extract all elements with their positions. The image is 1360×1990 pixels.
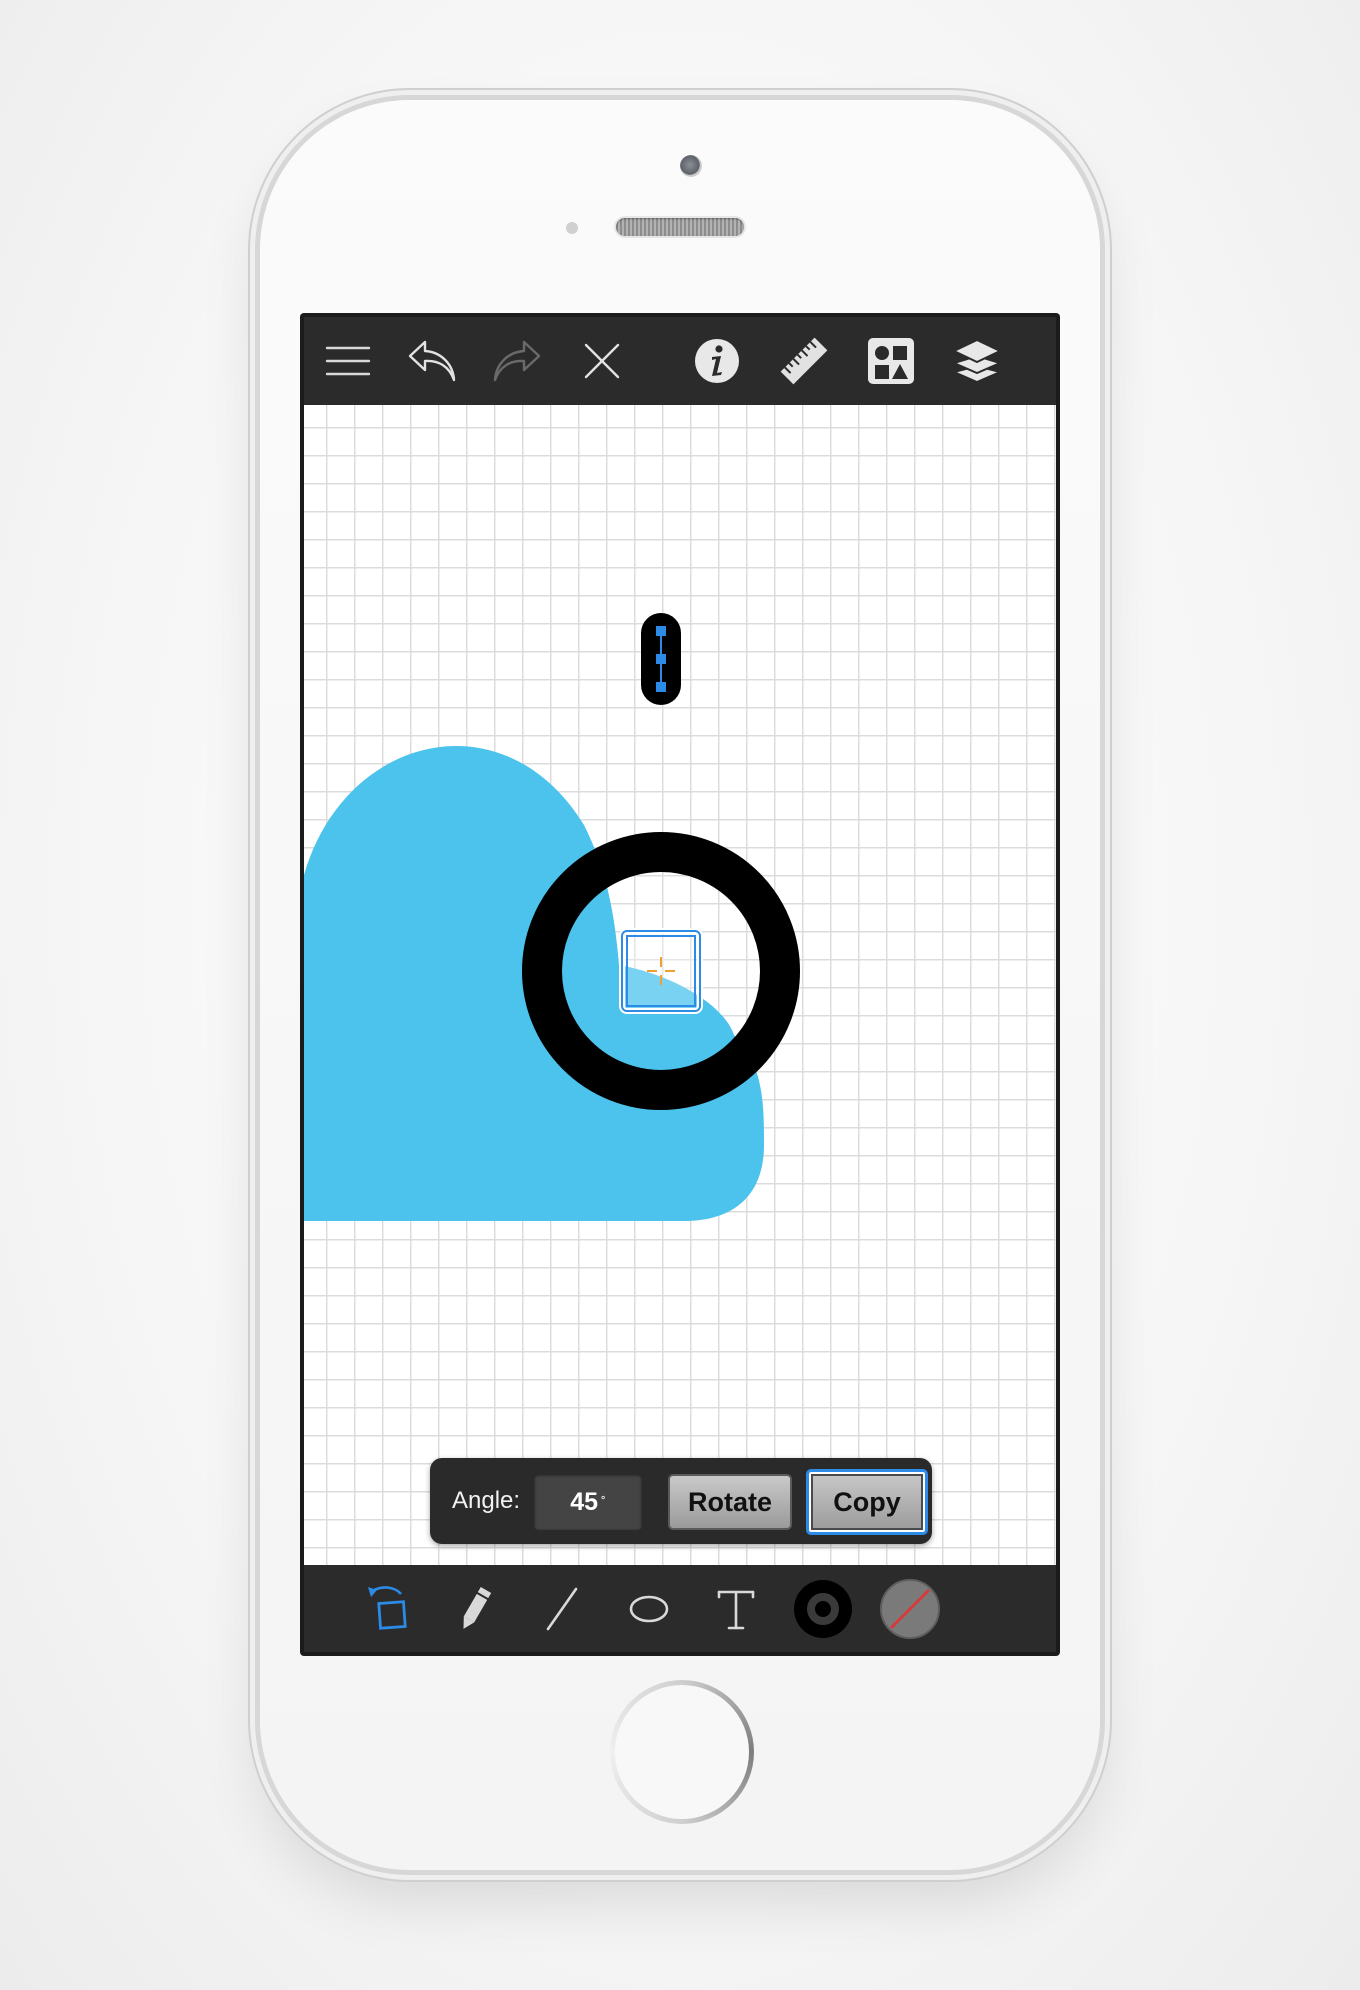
ellipse-icon[interactable] xyxy=(618,1578,680,1640)
rotate-button[interactable]: Rotate xyxy=(668,1474,792,1530)
angle-label: Angle: xyxy=(452,1487,521,1514)
angle-rotate-panel: Angle: 45 ˚ Rotate Copy xyxy=(430,1458,932,1544)
hamburger-icon[interactable] xyxy=(318,331,378,391)
power-button xyxy=(1100,505,1107,635)
phone-body: Angle: 45 ˚ Rotate Copy xyxy=(260,100,1100,1870)
text-T-icon[interactable] xyxy=(705,1578,767,1640)
angle-value-text: 45 xyxy=(570,1487,599,1516)
stage: Angle: 45 ˚ Rotate Copy xyxy=(0,0,1360,1990)
top-toolbar xyxy=(304,317,1056,405)
close-x-icon[interactable] xyxy=(572,331,632,391)
no-fill-icon[interactable] xyxy=(879,1578,941,1640)
drawing-canvas[interactable]: Angle: 45 ˚ Rotate Copy xyxy=(304,405,1056,1565)
home-button[interactable] xyxy=(610,1680,754,1824)
info-icon[interactable] xyxy=(687,331,747,391)
volume-down-button xyxy=(253,667,260,775)
proximity-sensor xyxy=(566,222,578,234)
pencil-icon[interactable] xyxy=(444,1578,506,1640)
stroke-color-icon[interactable] xyxy=(792,1578,854,1640)
earpiece-speaker xyxy=(616,218,744,236)
bottom-toolbar xyxy=(304,1565,1056,1652)
line-icon[interactable] xyxy=(531,1578,593,1640)
app-screen: Angle: 45 ˚ Rotate Copy xyxy=(300,313,1060,1656)
copy-button[interactable]: Copy xyxy=(806,1469,928,1535)
mute-switch xyxy=(253,335,260,397)
select-transform-icon[interactable] xyxy=(357,1578,419,1640)
undo-arrow-icon[interactable] xyxy=(402,331,462,391)
selected-line-shape[interactable] xyxy=(641,613,681,705)
layers-icon[interactable] xyxy=(947,331,1007,391)
angle-value-field[interactable]: 45 ˚ xyxy=(534,1474,642,1530)
redo-arrow-icon[interactable] xyxy=(487,331,547,391)
rotation-pivot-handle[interactable] xyxy=(619,928,703,1014)
front-camera xyxy=(680,155,702,177)
degree-unit: ˚ xyxy=(601,1494,606,1510)
volume-up-button xyxy=(253,515,260,623)
ruler-icon[interactable] xyxy=(774,331,834,391)
shapes-library-icon[interactable] xyxy=(861,331,921,391)
